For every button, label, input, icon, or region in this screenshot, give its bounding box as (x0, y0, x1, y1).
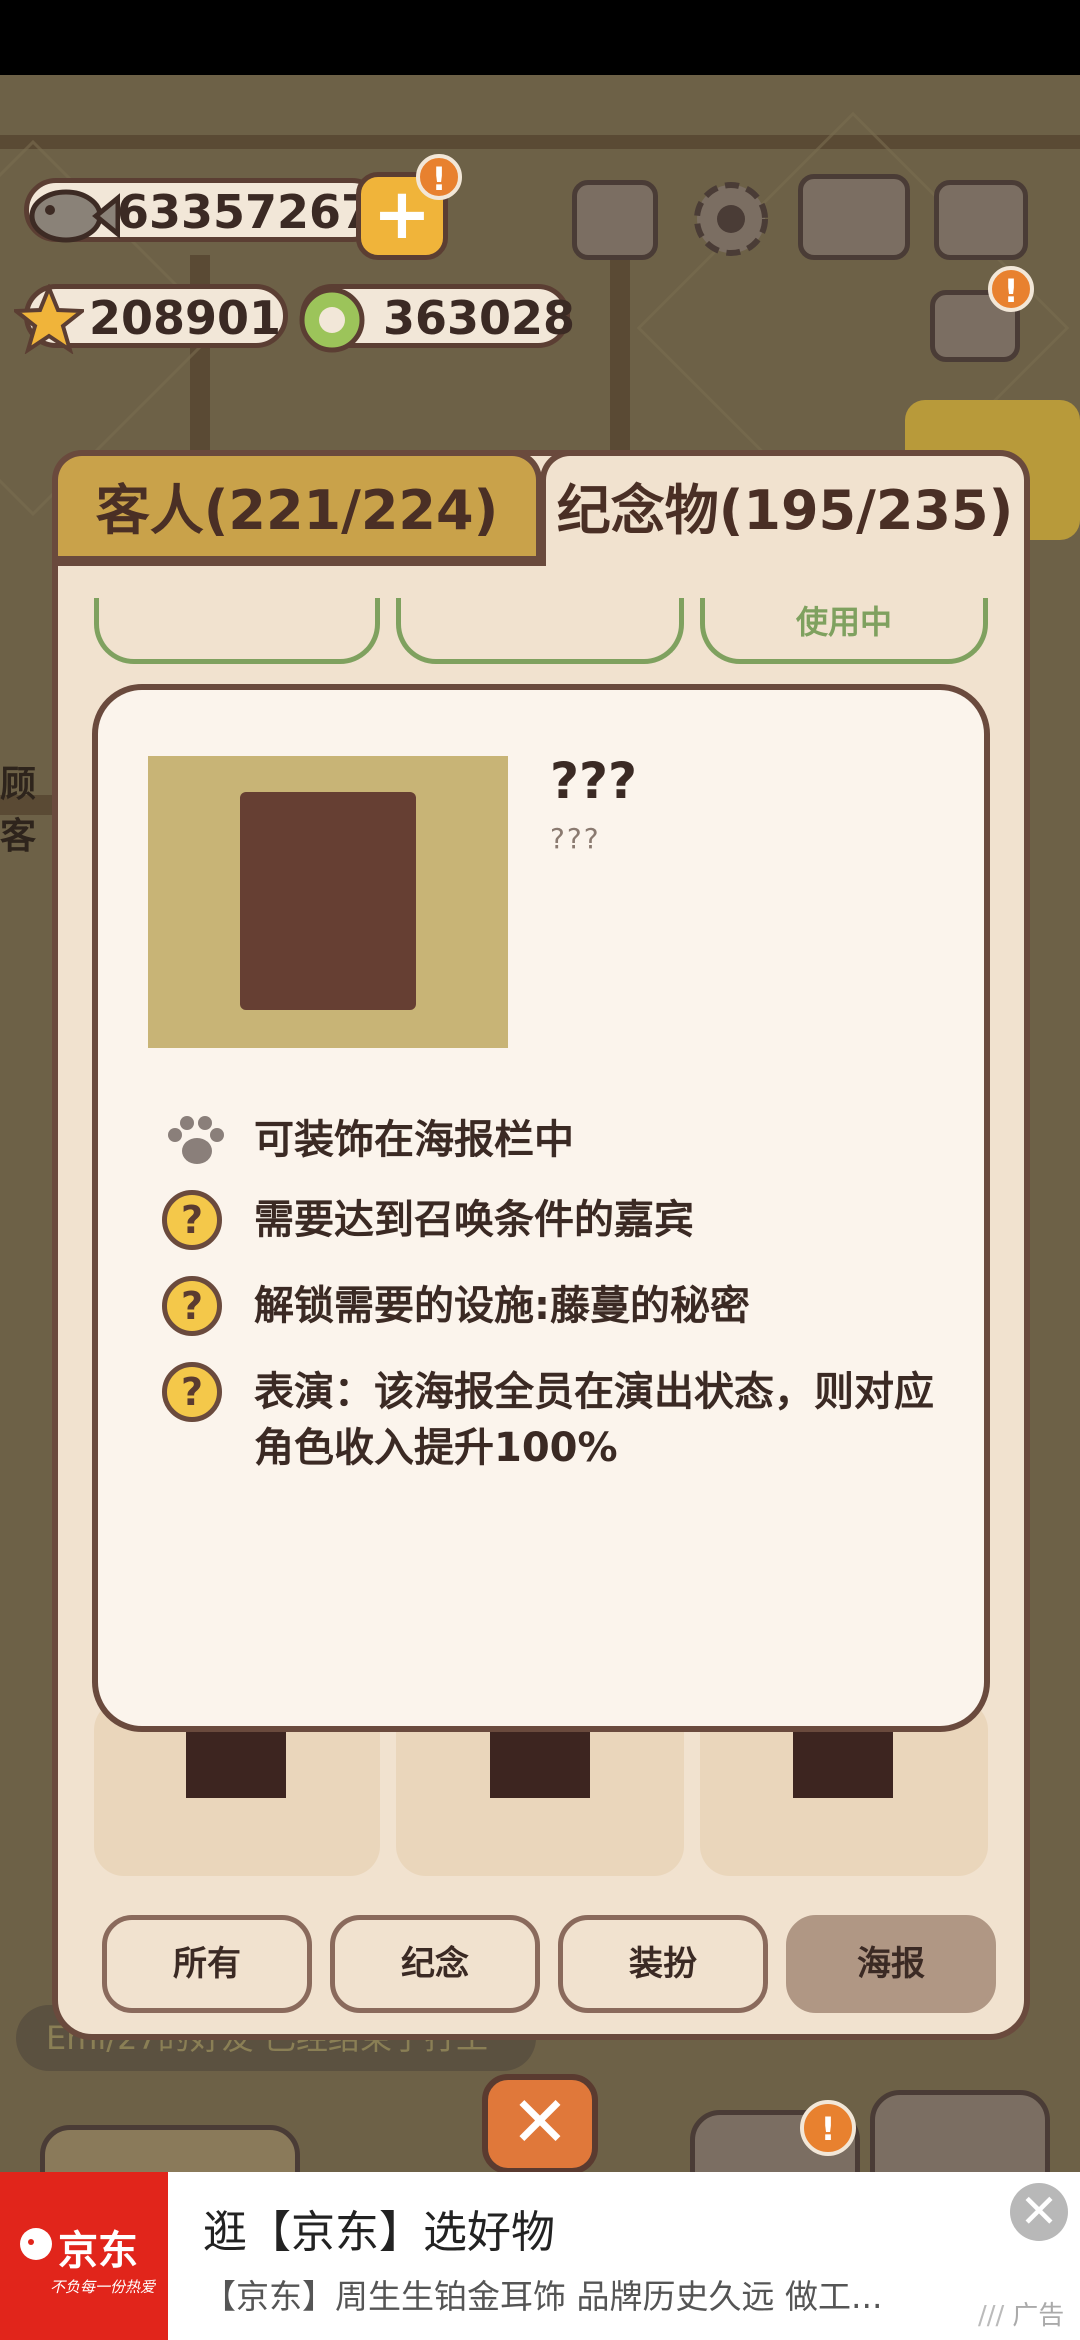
dog-icon (20, 2228, 52, 2260)
filter-all-button[interactable]: 所有 (102, 1915, 312, 2013)
item-title: ??? (550, 752, 638, 810)
jd-logo[interactable]: 京东 不负每一份热爱 (0, 2172, 168, 2340)
background-label: 顾客 (0, 764, 37, 857)
filter-memorial-button[interactable]: 纪念 (330, 1915, 540, 2013)
notification-badge: ! (416, 154, 462, 200)
filter-dressup-button[interactable]: 装扮 (558, 1915, 768, 2013)
detail-line-condition: 需要达到召唤条件的嘉宾 (254, 1197, 694, 1243)
ad-description[interactable]: 【京东】周生生铂金耳饰 品牌历史久远 做工... (203, 2270, 913, 2318)
question-icon: ? (162, 1362, 222, 1422)
ad-slogan: 不负每一份热爱 (50, 2278, 156, 2296)
grid-slot[interactable] (94, 598, 380, 664)
coin-icon (299, 287, 365, 353)
ad-close-button[interactable]: ✕ (1010, 2183, 1068, 2241)
star-count: 208901 (89, 291, 282, 345)
poster-silhouette (240, 792, 416, 1010)
ad-brand: 京东 (58, 2228, 138, 2274)
ad-title[interactable]: 逛【京东】选好物 (203, 2196, 555, 2260)
coin-count: 363028 (383, 291, 576, 345)
hud-badge: ! (800, 2100, 856, 2156)
camera-icon[interactable] (934, 180, 1028, 260)
item-subtitle: ??? (550, 822, 601, 855)
close-button[interactable]: ✕ (482, 2074, 598, 2174)
grid-slot-in-use[interactable]: 使用中 (700, 598, 988, 664)
detail-line-unlock: 解锁需要的设施:藤蔓的秘密 (254, 1283, 750, 1329)
poster-thumbnail (793, 1732, 893, 1798)
question-icon: ? (162, 1190, 222, 1250)
filter-poster-button[interactable]: 海报 (786, 1915, 996, 2013)
book-icon[interactable] (798, 174, 910, 260)
in-use-label: 使用中 (795, 603, 892, 641)
ranking-icon[interactable] (572, 180, 658, 260)
detail-line-performance: 表演：该海报全员在演出状态，则对应角色收入提升100% (254, 1369, 934, 1471)
ad-tag-label: 广告 (1012, 2301, 1065, 2331)
tab-guests[interactable]: 客人(221/224) (52, 450, 542, 566)
mail-badge: ! (988, 266, 1034, 312)
grid-slot[interactable] (396, 598, 684, 664)
ad-tag: /// 广告 (978, 2295, 1064, 2332)
tab-souvenirs[interactable]: 纪念物(195/235) (540, 450, 1030, 566)
paw-icon (166, 1114, 226, 1170)
ad-mark-icon: /// (978, 2301, 1005, 2331)
fish-icon (29, 189, 120, 243)
star-icon (14, 284, 84, 354)
gear-icon[interactable] (686, 174, 776, 264)
poster-thumbnail (186, 1732, 286, 1798)
poster-thumbnail (490, 1732, 590, 1798)
detail-line-decor: 可装饰在海报栏中 (254, 1117, 574, 1163)
question-icon: ? (162, 1276, 222, 1336)
hud-photo-button[interactable] (870, 2090, 1050, 2180)
